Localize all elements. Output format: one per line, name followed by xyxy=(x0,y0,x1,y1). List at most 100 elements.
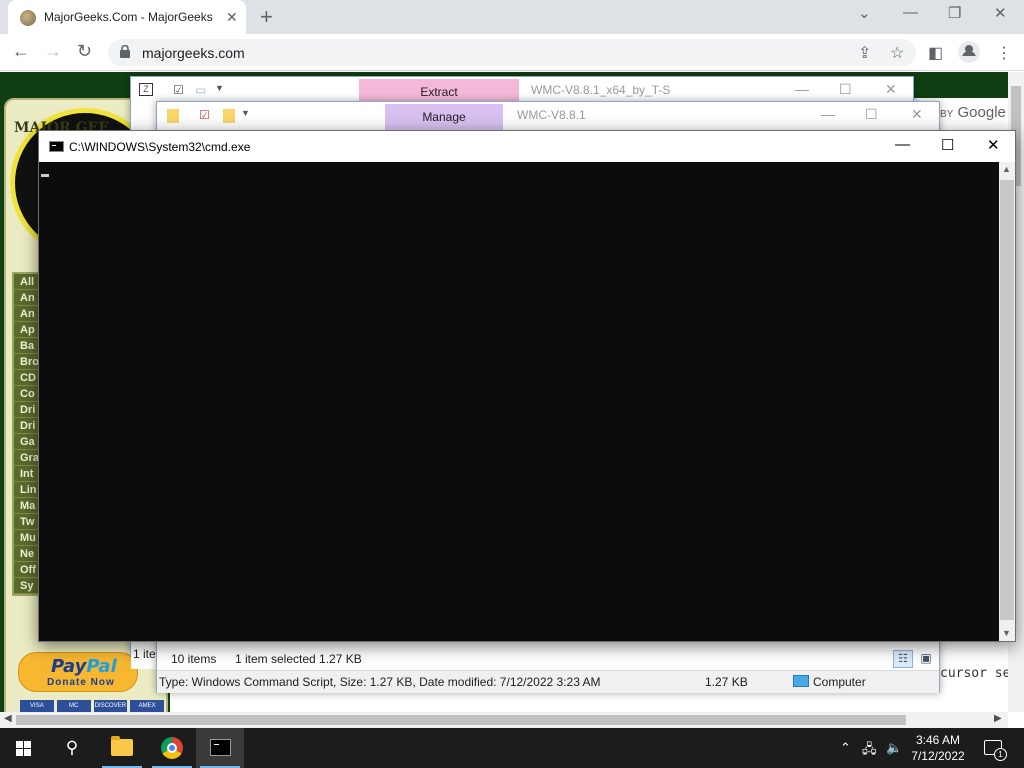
side-panel-icon[interactable]: ◧ xyxy=(928,43,943,63)
close-button[interactable]: ✕ xyxy=(885,81,897,98)
cmd-icon xyxy=(49,141,64,152)
search-icon[interactable]: ⚲ xyxy=(48,728,96,768)
scrollbar-thumb[interactable] xyxy=(1000,180,1014,620)
cmd-scrollbar[interactable]: ▲ ▼ xyxy=(999,162,1015,641)
scrollbar-thumb[interactable] xyxy=(16,715,906,725)
reload-icon[interactable]: ↻ xyxy=(77,41,92,62)
network-icon[interactable]: 🖧 xyxy=(862,740,877,762)
category-item[interactable]: Sy xyxy=(14,578,40,594)
category-item[interactable]: Mu xyxy=(14,530,40,546)
console-output[interactable] xyxy=(39,162,999,641)
system-clock[interactable]: 3:46 AM 7/12/2022 xyxy=(906,732,970,764)
zip-folder-icon: Z xyxy=(139,83,153,96)
forward-arrow-icon[interactable]: → xyxy=(44,41,62,62)
category-item[interactable]: Dri xyxy=(14,402,40,418)
new-item-icon[interactable]: ▭ xyxy=(195,83,206,97)
properties-check-icon[interactable]: ☑ xyxy=(173,83,184,97)
majorgeeks-favicon-icon xyxy=(20,10,36,26)
browser-toolbar: ← → ↻ majorgeeks.com ⇪ ☆ ◧ ⋮ xyxy=(0,34,1024,71)
cmd-taskbar-button[interactable] xyxy=(196,728,244,768)
paypal-donate-button[interactable]: PayPal Donate Now xyxy=(18,652,138,692)
category-item[interactable]: An xyxy=(14,306,40,322)
menu-kebab-icon[interactable]: ⋮ xyxy=(996,43,1012,63)
quick-access-dropdown-icon[interactable]: ▼ xyxy=(215,83,224,93)
category-item[interactable]: Tw xyxy=(14,514,40,530)
chrome-taskbar-button[interactable] xyxy=(148,728,196,768)
explorer-statusbar: 10 items 1 item selected 1.27 KB ☷ ▣ xyxy=(157,646,939,670)
chrome-icon xyxy=(161,737,183,759)
browser-tabstrip: MajorGeeks.Com - MajorGeeks ✕ + ⌄ — ❐ ✕ xyxy=(0,0,1024,34)
minimize-button[interactable]: — xyxy=(795,81,809,97)
donate-now-label: Donate Now xyxy=(47,677,115,688)
category-item[interactable]: CD xyxy=(14,370,40,386)
amex-card-icon: AMEX xyxy=(130,700,164,712)
cmd-minimize-button[interactable]: — xyxy=(895,136,910,153)
tab-search-button[interactable]: ⌄ xyxy=(858,4,871,22)
cmd-close-button[interactable]: ✕ xyxy=(987,136,1000,154)
maximize-button[interactable]: ☐ xyxy=(865,106,878,123)
tab-close-icon[interactable]: ✕ xyxy=(226,9,238,26)
computer-icon xyxy=(793,675,809,687)
volume-icon[interactable]: 🔈 xyxy=(886,740,902,756)
category-item[interactable]: An xyxy=(14,290,40,306)
scroll-down-arrow-icon[interactable]: ▼ xyxy=(1002,628,1011,638)
cmd-maximize-button[interactable]: ☐ xyxy=(941,136,954,154)
text-cursor xyxy=(41,174,49,177)
payment-cards: VISA MC DISCOVER AMEX xyxy=(20,700,164,712)
category-item[interactable]: Ga xyxy=(14,434,40,450)
profile-avatar[interactable] xyxy=(958,41,980,63)
maximize-button[interactable]: ☐ xyxy=(839,81,852,98)
notification-count-badge: 1 xyxy=(994,748,1007,761)
back-arrow-icon[interactable]: ← xyxy=(12,41,30,62)
category-item[interactable]: Ap xyxy=(14,322,40,338)
cmd-icon xyxy=(210,739,231,756)
browser-restore-button[interactable]: ❐ xyxy=(948,4,961,22)
category-item[interactable]: Int xyxy=(14,466,40,482)
browser-close-button[interactable]: ✕ xyxy=(994,4,1007,22)
cmd-window[interactable]: C:\WINDOWS\System32\cmd.exe — ☐ ✕ ▲ ▼ xyxy=(38,130,1016,642)
close-button[interactable]: ✕ xyxy=(911,106,923,123)
taskbar: ⚲ ⌃ 🖧 🔈 3:46 AM 7/12/2022 1 xyxy=(0,728,1024,768)
paypal-brand-pay: Pay xyxy=(51,656,87,677)
mastercard-icon: MC xyxy=(56,700,91,712)
quick-access-dropdown-icon[interactable]: ▼ xyxy=(241,108,250,118)
status-item-count: 1 ite xyxy=(133,647,156,661)
details-view-icon[interactable]: ☷ xyxy=(893,650,913,668)
category-item[interactable]: Bro xyxy=(14,354,40,370)
new-folder-icon[interactable] xyxy=(223,109,235,123)
category-item[interactable]: Dri xyxy=(14,418,40,434)
bookmark-star-icon[interactable]: ☆ xyxy=(890,43,904,63)
tab-manage[interactable]: Manage xyxy=(385,104,503,130)
file-explorer-taskbar-button[interactable] xyxy=(98,728,146,768)
category-item[interactable]: Co xyxy=(14,386,40,402)
visa-card-icon: VISA xyxy=(20,700,54,712)
category-item[interactable]: Lin xyxy=(14,482,40,498)
category-item[interactable]: Gra xyxy=(14,450,40,466)
address-bar[interactable]: majorgeeks.com xyxy=(108,39,916,66)
start-button[interactable] xyxy=(0,728,48,768)
scroll-left-arrow-icon[interactable]: ◀ xyxy=(4,713,12,724)
scroll-up-arrow-icon[interactable]: ▲ xyxy=(1002,164,1011,174)
status-item-count: 10 items xyxy=(171,652,217,666)
browser-minimize-button[interactable]: — xyxy=(903,4,918,21)
category-item[interactable]: Ba xyxy=(14,338,40,354)
new-tab-button[interactable]: + xyxy=(260,4,273,30)
category-item[interactable]: All xyxy=(14,274,40,290)
cmd-title: C:\WINDOWS\System32\cmd.exe xyxy=(69,140,251,154)
show-hidden-icons-chevron-icon[interactable]: ⌃ xyxy=(840,740,851,756)
tab-title: MajorGeeks.Com - MajorGeeks xyxy=(44,10,213,24)
properties-check-icon[interactable]: ☑ xyxy=(199,108,210,122)
category-item[interactable]: Off xyxy=(14,562,40,578)
google-label: Google xyxy=(957,104,1006,121)
lock-icon xyxy=(120,45,130,58)
browser-tab-majorgeeks[interactable]: MajorGeeks.Com - MajorGeeks ✕ xyxy=(8,0,246,34)
share-icon[interactable]: ⇪ xyxy=(858,43,871,63)
large-icons-view-icon[interactable]: ▣ xyxy=(917,650,935,668)
minimize-button[interactable]: — xyxy=(821,106,835,122)
cmd-titlebar[interactable]: C:\WINDOWS\System32\cmd.exe — ☐ ✕ xyxy=(39,131,1015,162)
category-item[interactable]: Ma xyxy=(14,498,40,514)
page-horizontal-scrollbar[interactable]: ◀ ▶ xyxy=(0,712,1008,728)
category-item[interactable]: Ne xyxy=(14,546,40,562)
article-snippet: cursor sens xyxy=(940,666,1008,681)
scroll-right-arrow-icon[interactable]: ▶ xyxy=(994,713,1002,724)
